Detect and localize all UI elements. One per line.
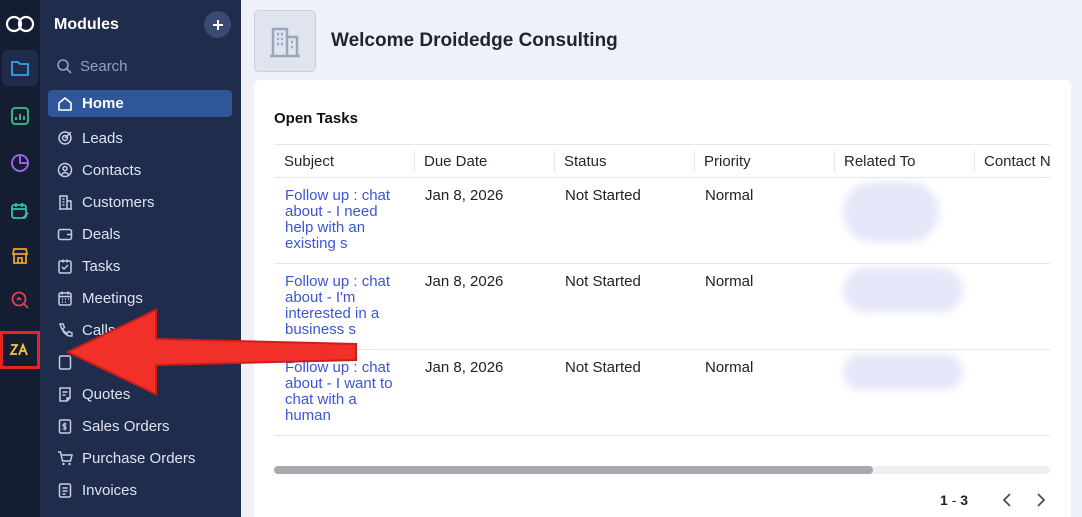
task-priority: Normal bbox=[694, 263, 834, 350]
table-row: Follow up : chat about - I'm interested … bbox=[274, 263, 1050, 350]
tasks-table-container[interactable]: Subject Due Date Status Priority Related… bbox=[274, 144, 1050, 436]
module-list: Home Leads Contacts Customers Deals Task… bbox=[48, 90, 232, 506]
column-header-status[interactable]: Status bbox=[554, 144, 694, 178]
sales-order-icon bbox=[58, 419, 72, 434]
highlight-box bbox=[0, 331, 40, 369]
page-range: 1 - 3 bbox=[940, 492, 969, 508]
sidebar-item-deals[interactable]: Deals bbox=[48, 218, 232, 250]
target-icon bbox=[58, 131, 72, 145]
sidebar-item-leads[interactable]: Leads bbox=[48, 122, 232, 154]
column-header-related-to[interactable]: Related To bbox=[834, 144, 974, 178]
pie-chart-icon[interactable] bbox=[2, 145, 38, 181]
search-input[interactable] bbox=[80, 57, 220, 75]
sidebar-item-label: Invoices bbox=[82, 481, 138, 499]
contact-name-cell bbox=[974, 349, 1050, 436]
contact-name-cell bbox=[974, 177, 1050, 264]
sidebar-item-sales-orders[interactable]: Sales Orders bbox=[48, 410, 232, 442]
horizontal-scrollbar[interactable] bbox=[274, 466, 1050, 474]
task-status: Not Started bbox=[554, 349, 694, 436]
add-module-button[interactable] bbox=[204, 11, 231, 38]
sidebar-item-label: Purchase Orders bbox=[82, 449, 196, 467]
task-due-date: Jan 8, 2026 bbox=[414, 349, 554, 436]
contact-name-cell bbox=[974, 263, 1050, 350]
sidebar-item-label: Tasks bbox=[82, 257, 121, 275]
tasks-table: Subject Due Date Status Priority Related… bbox=[274, 144, 1050, 436]
sidebar-item-label: Meetings bbox=[82, 289, 143, 307]
redacted-blur bbox=[843, 268, 963, 312]
analytics-icon[interactable] bbox=[2, 98, 38, 134]
sidebar-item-contacts[interactable]: Contacts bbox=[48, 154, 232, 186]
task-status: Not Started bbox=[554, 263, 694, 350]
task-subject-link[interactable]: Follow up : chat about - I need help wit… bbox=[285, 187, 390, 252]
page-header: Welcome Droidedge Consulting bbox=[254, 10, 618, 72]
task-due-date: Jan 8, 2026 bbox=[414, 177, 554, 264]
store-icon[interactable] bbox=[2, 238, 38, 274]
calendar-edit-icon[interactable] bbox=[2, 193, 38, 229]
calendar-icon bbox=[58, 291, 72, 306]
search-icon bbox=[57, 59, 72, 74]
folder-icon[interactable] bbox=[2, 50, 38, 86]
sidebar-item-home[interactable]: Home bbox=[48, 90, 232, 117]
task-icon bbox=[58, 259, 72, 274]
crm-logo-icon[interactable] bbox=[0, 0, 40, 48]
annotation-arrow bbox=[65, 308, 357, 396]
task-status: Not Started bbox=[554, 177, 694, 264]
scrollbar-thumb[interactable] bbox=[274, 466, 873, 474]
task-priority: Normal bbox=[694, 349, 834, 436]
related-to-cell bbox=[834, 349, 974, 436]
next-page-button[interactable] bbox=[1024, 488, 1058, 512]
wallet-icon bbox=[57, 228, 73, 241]
pagination: 1 - 3 bbox=[940, 488, 1058, 512]
column-header-due-date[interactable]: Due Date bbox=[414, 144, 554, 178]
sidebar-item-invoices[interactable]: Invoices bbox=[48, 474, 232, 506]
contact-icon bbox=[57, 162, 73, 178]
table-row: Follow up : chat about - I want to chat … bbox=[274, 349, 1050, 436]
sidebar-item-label: Home bbox=[82, 95, 124, 112]
card-title: Open Tasks bbox=[274, 110, 358, 127]
related-to-cell bbox=[834, 263, 974, 350]
module-search[interactable] bbox=[56, 55, 226, 77]
redacted-blur bbox=[843, 354, 963, 390]
column-header-subject[interactable]: Subject bbox=[274, 144, 414, 178]
modules-sidebar: Modules Home Leads Contacts Customers De… bbox=[40, 0, 241, 517]
cart-icon bbox=[58, 451, 73, 466]
home-icon bbox=[58, 96, 72, 111]
task-priority: Normal bbox=[694, 177, 834, 264]
sidebar-item-label: Leads bbox=[82, 129, 123, 147]
sidebar-item-label: Sales Orders bbox=[82, 417, 170, 435]
open-tasks-card: Open Tasks Subject Due Date Status Prior… bbox=[254, 80, 1071, 517]
sidebar-item-purchase-orders[interactable]: Purchase Orders bbox=[48, 442, 232, 474]
search-analytics-icon[interactable] bbox=[2, 282, 38, 318]
table-header-row: Subject Due Date Status Priority Related… bbox=[274, 144, 1050, 178]
sidebar-item-tasks[interactable]: Tasks bbox=[48, 250, 232, 282]
column-header-priority[interactable]: Priority bbox=[694, 144, 834, 178]
sidebar-item-label: Customers bbox=[82, 193, 155, 211]
related-to-cell bbox=[834, 177, 974, 264]
task-due-date: Jan 8, 2026 bbox=[414, 263, 554, 350]
invoice-icon bbox=[58, 483, 72, 498]
chevron-left-icon bbox=[1002, 493, 1011, 507]
redacted-blur bbox=[843, 182, 939, 242]
task-subject-cell: Follow up : chat about - I need help wit… bbox=[274, 177, 414, 264]
sidebar-item-customers[interactable]: Customers bbox=[48, 186, 232, 218]
sidebar-title: Modules bbox=[54, 16, 119, 33]
previous-page-button[interactable] bbox=[990, 488, 1024, 512]
chevron-right-icon bbox=[1037, 493, 1046, 507]
building-icon bbox=[59, 195, 72, 210]
page-title: Welcome Droidedge Consulting bbox=[331, 30, 618, 51]
sidebar-item-label: Contacts bbox=[82, 161, 142, 179]
plus-icon bbox=[212, 19, 223, 30]
sidebar-item-label: Deals bbox=[82, 225, 121, 243]
app-rail bbox=[0, 0, 40, 517]
table-row: Follow up : chat about - I need help wit… bbox=[274, 177, 1050, 264]
organization-icon[interactable] bbox=[254, 10, 316, 72]
column-header-contact-name[interactable]: Contact N bbox=[974, 144, 1050, 178]
